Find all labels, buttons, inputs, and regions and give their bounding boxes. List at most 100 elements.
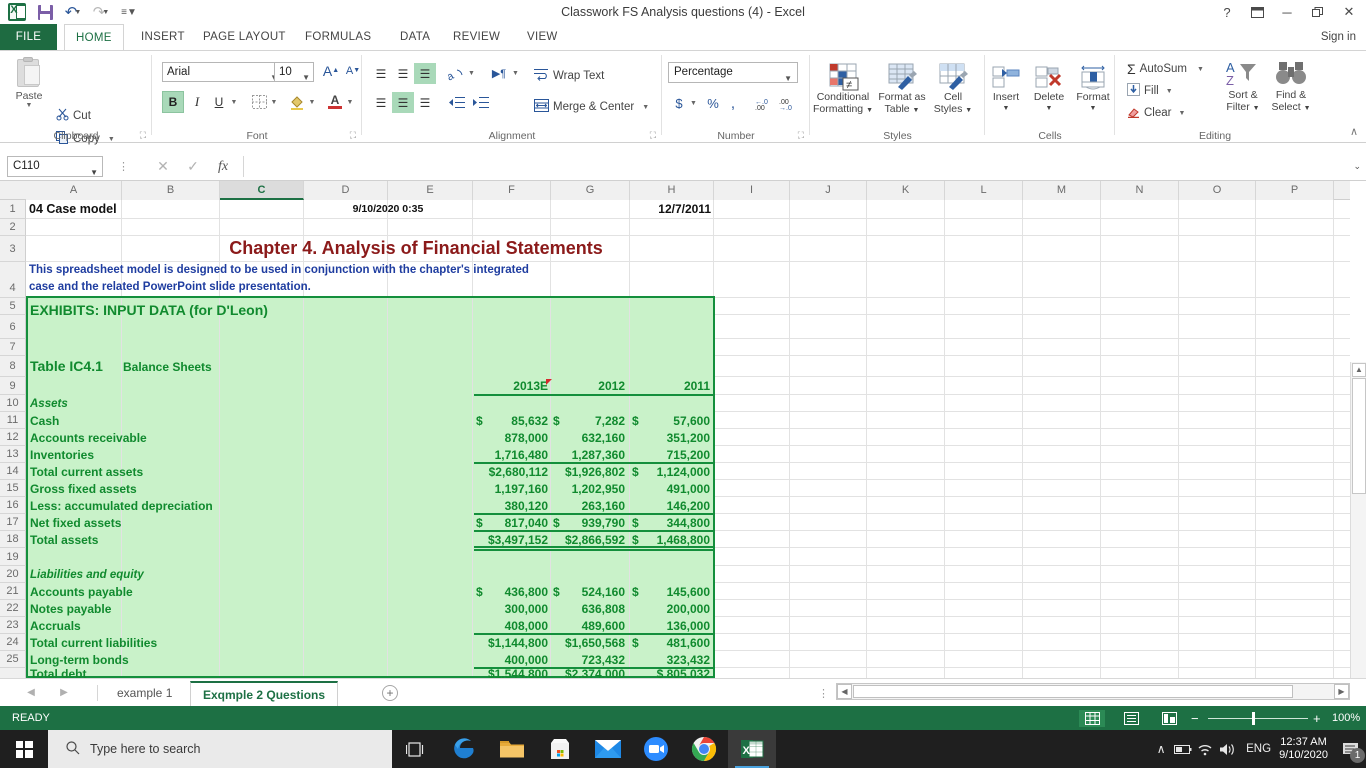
chrome-icon[interactable] <box>680 730 728 768</box>
cell-label-total-current-assets[interactable]: Total current assets <box>30 463 270 480</box>
language-indicator[interactable]: ENG <box>1246 743 1271 755</box>
borders-icon[interactable] <box>248 91 270 113</box>
cell-label-net-fixed-assets[interactable]: Net fixed assets <box>30 514 270 531</box>
column-header-h[interactable]: H <box>630 181 714 200</box>
column-header-a[interactable]: A <box>26 181 122 200</box>
taskbar-search-box[interactable]: Type here to search <box>48 730 392 768</box>
column-header-l[interactable]: L <box>945 181 1023 200</box>
help-icon[interactable]: ? <box>1212 0 1242 24</box>
cell-2013e-ap[interactable]: 436,800 <box>476 583 548 600</box>
cell-2013e-nfa[interactable]: 817,040 <box>476 514 548 531</box>
align-middle-icon[interactable]: ☰ <box>392 63 414 84</box>
name-box[interactable]: C110 ▼ <box>7 156 103 177</box>
cell-2013e-ltb[interactable]: 400,000 <box>476 651 548 668</box>
column-header-n[interactable]: N <box>1101 181 1179 200</box>
font-dialog-launcher[interactable]: ⛶ <box>350 130 356 141</box>
zoom-slider-thumb[interactable] <box>1252 712 1255 725</box>
wifi-icon[interactable] <box>1194 730 1216 768</box>
decrease-indent-icon[interactable] <box>446 92 468 113</box>
cell-exhibits-header[interactable]: EXHIBITS: INPUT DATA (for D'Leon) <box>30 299 450 321</box>
task-view-icon[interactable] <box>392 730 440 768</box>
scroll-up-icon[interactable]: ▲ <box>1352 363 1366 377</box>
row-header-6[interactable]: 6 <box>0 315 26 339</box>
row-header-5[interactable]: 5 <box>0 298 26 315</box>
cell-label-total-current-liabilities[interactable]: Total current liabilities <box>30 634 270 651</box>
underline-button[interactable]: U <box>208 91 230 113</box>
column-header-p[interactable]: P <box>1256 181 1334 200</box>
row-header-23[interactable]: 23 <box>0 617 26 634</box>
vertical-scrollbar[interactable]: ▲ ▼ <box>1350 362 1366 678</box>
row-header-4[interactable]: 4 <box>0 262 26 298</box>
align-center-icon[interactable]: ☰ <box>392 92 414 113</box>
cell-2011-nfa[interactable]: 344,800 <box>632 514 710 531</box>
font-color-options-icon[interactable]: ▼ <box>344 91 356 113</box>
row-header-10[interactable]: 10 <box>0 395 26 412</box>
minimize-button[interactable]: ─ <box>1272 0 1302 24</box>
cell-chapter-title[interactable]: Chapter 4. Analysis of Financial Stateme… <box>126 236 706 261</box>
cell-2012-ap[interactable]: 524,160 <box>553 583 625 600</box>
cell-styles-button[interactable]: Cell Styles ▼ <box>928 59 978 117</box>
tab-page-layout[interactable]: PAGE LAYOUT <box>192 24 297 50</box>
borders-options-icon[interactable]: ▼ <box>268 91 280 113</box>
cell-section-assets[interactable]: Assets <box>30 395 230 412</box>
row-header-3[interactable]: 3 <box>0 236 26 262</box>
cell-label-accounts-receivable[interactable]: Accounts receivable <box>30 429 270 446</box>
zoom-icon[interactable] <box>632 730 680 768</box>
start-button[interactable] <box>0 730 48 768</box>
row-header-11[interactable]: 11 <box>0 412 26 429</box>
cell-label-total-assets[interactable]: Total assets <box>30 531 270 548</box>
column-header-e[interactable]: E <box>388 181 473 200</box>
cell-2012-accruals[interactable]: 489,600 <box>553 617 625 634</box>
show-hidden-icons-icon[interactable]: ∧ <box>1150 730 1172 768</box>
row-header-17[interactable]: 17 <box>0 514 26 531</box>
cell-2011-accruals[interactable]: 136,000 <box>632 617 710 634</box>
sheet-tab-example-1[interactable]: example 1 <box>105 681 184 706</box>
find-select-button[interactable]: Find & Select ▼ <box>1267 57 1315 115</box>
mail-icon[interactable] <box>584 730 632 768</box>
row-header-22[interactable]: 22 <box>0 600 26 617</box>
underline-options-icon[interactable]: ▼ <box>228 91 240 113</box>
cell-2011-depr[interactable]: 146,200 <box>632 497 710 514</box>
comma-format-button[interactable]: , <box>724 93 742 114</box>
row-header-20[interactable]: 20 <box>0 566 26 583</box>
chevron-down-icon[interactable]: ▼ <box>784 69 792 88</box>
cell-2012-tcl[interactable]: $1,650,568 <box>553 634 625 651</box>
normal-view-icon[interactable] <box>1079 710 1105 727</box>
wrap-text-button[interactable]: Wrap Text <box>534 68 604 84</box>
row-header-19[interactable]: 19 <box>0 548 26 566</box>
align-left-icon[interactable]: ☰ <box>370 92 392 113</box>
column-header-m[interactable]: M <box>1023 181 1101 200</box>
font-name-input[interactable]: Arial ▼ <box>162 62 282 82</box>
sort-filter-button[interactable]: AZ Sort & Filter ▼ <box>1219 57 1267 115</box>
number-dialog-launcher[interactable]: ⛶ <box>798 130 804 141</box>
tab-split-handle[interactable]: ⋮ <box>818 687 829 700</box>
volume-icon[interactable] <box>1216 730 1238 768</box>
cell-h1[interactable]: 12/7/2011 <box>629 200 711 218</box>
cell-2013e-inventories[interactable]: 1,716,480 <box>476 446 548 463</box>
font-color-icon[interactable]: A <box>324 91 346 113</box>
cell-2012-nfa[interactable]: 939,790 <box>553 514 625 531</box>
row-header-2[interactable]: 2 <box>0 219 26 236</box>
cell-2011-tca[interactable]: 1,124,000 <box>632 463 710 480</box>
page-break-preview-icon[interactable] <box>1156 710 1182 727</box>
scroll-left-icon[interactable]: ◀ <box>837 684 852 699</box>
increase-indent-icon[interactable] <box>470 92 492 113</box>
excel-icon[interactable]: X <box>728 730 776 768</box>
row-header-1[interactable]: 1 <box>0 200 26 219</box>
cell-table-name[interactable]: Balance Sheets <box>123 357 293 376</box>
orientation-options-icon[interactable]: ▼ <box>466 63 477 84</box>
cell-label-inventories[interactable]: Inventories <box>30 446 270 463</box>
chevron-down-icon[interactable]: ▼ <box>90 163 98 182</box>
zoom-slider[interactable] <box>1208 718 1308 719</box>
cell-2012-ltb[interactable]: 723,432 <box>553 651 625 668</box>
cut-button[interactable]: Cut <box>56 108 91 124</box>
align-right-icon[interactable]: ☰ <box>414 92 436 113</box>
accounting-format-button[interactable]: $ <box>670 93 688 114</box>
column-header-b[interactable]: B <box>122 181 220 200</box>
row-header-14[interactable]: 14 <box>0 463 26 480</box>
cell-2013e-np[interactable]: 300,000 <box>476 600 548 617</box>
tab-formulas[interactable]: FORMULAS <box>294 24 382 50</box>
number-format-select[interactable]: Percentage ▼ <box>668 62 798 83</box>
increase-decimal-icon[interactable]: ←.0.00 <box>750 93 772 114</box>
row-header-21[interactable]: 21 <box>0 583 26 600</box>
